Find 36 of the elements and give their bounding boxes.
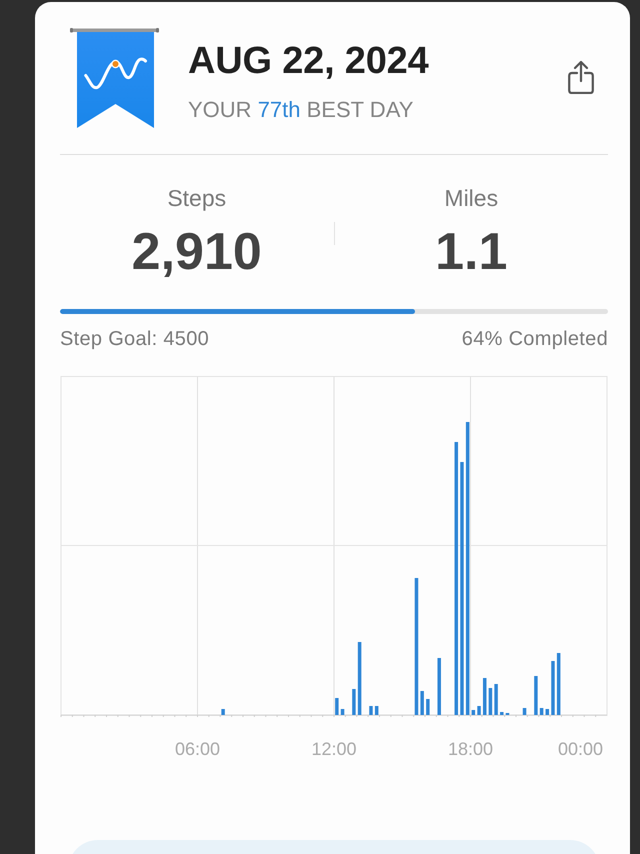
step-bar (500, 712, 504, 715)
best-day-rank: YOUR 77th BEST DAY (188, 96, 414, 124)
step-bar (556, 653, 560, 715)
step-bar (374, 706, 378, 715)
share-icon (568, 60, 594, 94)
step-bar (522, 708, 526, 715)
share-button[interactable] (568, 60, 594, 94)
step-bar (426, 699, 430, 715)
step-bar (369, 706, 373, 715)
ribbon-badge-icon (70, 28, 160, 130)
stat-value: 1.1 (435, 222, 508, 282)
step-bar (340, 709, 344, 715)
step-bar (540, 708, 544, 715)
step-bar (488, 688, 492, 715)
step-bar (420, 691, 424, 715)
time-label: 00:00 (558, 739, 603, 759)
stat-label: Miles (444, 184, 498, 212)
time-label: 12:00 (311, 739, 357, 759)
step-bar (551, 661, 555, 715)
step-bar (335, 698, 339, 715)
stat-value: 2,910 (132, 222, 262, 282)
step-bar (482, 678, 486, 715)
time-label: 06:00 (174, 739, 220, 759)
step-bar (494, 684, 498, 715)
step-bar (437, 658, 441, 715)
step-bar (477, 706, 481, 715)
step-bar (534, 676, 538, 715)
stat-label: Steps (167, 184, 226, 212)
step-bar (352, 689, 356, 715)
step-bar (546, 709, 550, 715)
completion-label: 64% Completed (462, 327, 608, 351)
step-goal-label: Step Goal: 4500 (60, 327, 210, 351)
step-bar (472, 710, 476, 715)
date-title: AUG 22, 2024 (188, 39, 430, 83)
step-bar (221, 709, 225, 715)
time-label: 18:00 (448, 739, 494, 759)
